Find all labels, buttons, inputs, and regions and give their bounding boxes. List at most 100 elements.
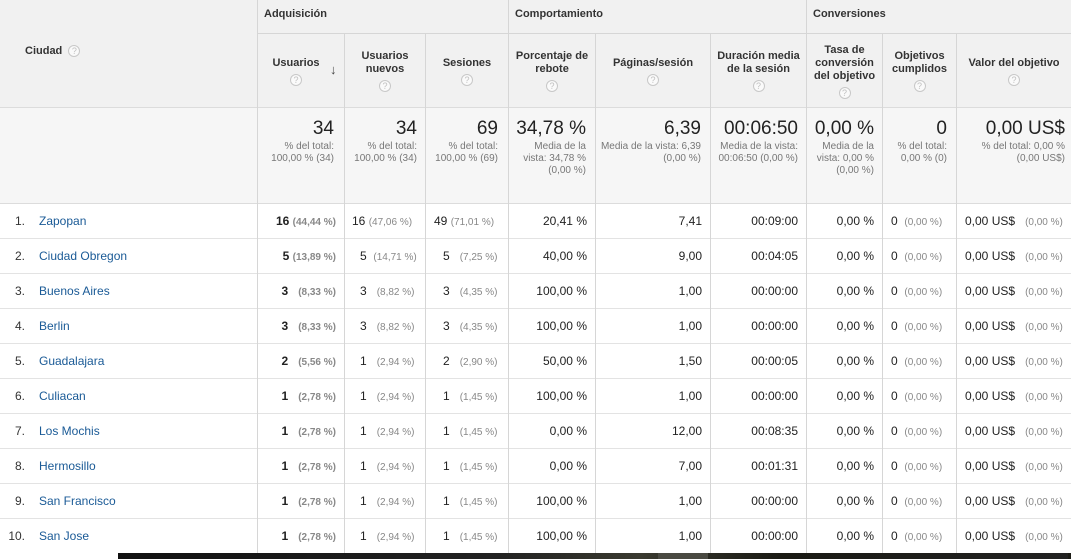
cell-users: 3 (8,33 %) [258,274,337,308]
cell-users: 1 (2,78 %) [258,484,337,518]
cell-conversion-rate: 0,00 % [836,529,874,543]
row-number: 9. [14,494,25,508]
city-link[interactable]: Buenos Aires [39,274,110,308]
cell-goal-value: 0,00 US$ (0,00 %) [965,519,1071,553]
cell-conversion-rate: 0,00 % [836,459,874,473]
sessions-value: 1 [443,424,450,438]
city-link[interactable]: Berlin [39,309,70,343]
new-users-percent: (2,94 %) [376,462,415,473]
cell-conversion-rate: 0,00 % [836,424,874,438]
goals-percent: (0,00 %) [904,217,943,228]
total-goal-completions: 0 % del total: 0,00 % (0) [887,119,947,165]
cell-bounce-rate: 100,00 % [536,529,587,543]
cell-conversion-rate: 0,00 % [836,214,874,228]
help-icon[interactable]: ? [647,73,659,86]
goal-value-percent: (0,00 %) [1025,427,1063,438]
sessions-value: 3 [443,319,450,333]
cell-bounce-rate: 100,00 % [536,319,587,333]
row-number: 10. [8,529,25,543]
new-users-value: 1 [360,459,367,473]
table-header: Ciudad ? Adquisición Comportamiento Conv… [0,0,1071,108]
cell-goal-value: 0,00 US$ (0,00 %) [965,449,1071,483]
total-value: 0,00 % [814,118,874,139]
users-value: 1 [281,459,289,473]
column-header-pages-per-session[interactable]: Páginas/sesión ? [596,34,710,108]
cell-avg-duration: 00:01:31 [751,459,798,473]
city-link[interactable]: Culiacan [39,379,86,413]
city-link[interactable]: San Jose [39,519,89,553]
city-link[interactable]: Guadalajara [39,344,104,378]
total-pages-per-session: 6,39 Media de la vista: 6,39 (0,00 %) [600,119,701,165]
cell-users: 3 (8,33 %) [258,309,337,343]
table-row: 4. Berlin 3 (8,33 %) 3 (8,82 %) 3 (4,35 … [0,309,1071,344]
column-header-sessions[interactable]: Sesiones ? [426,34,508,108]
help-icon[interactable]: ? [461,73,473,86]
goals-value: 0 [891,389,898,403]
city-link[interactable]: Ciudad Obregon [39,239,127,273]
cell-avg-duration: 00:00:05 [751,354,798,368]
users-percent: (2,78 %) [298,532,336,543]
users-value: 3 [281,319,289,333]
new-users-percent: (14,71 %) [373,252,417,263]
goals-percent: (0,00 %) [904,392,943,403]
total-value: 34 [395,118,417,139]
sessions-percent: (4,35 %) [459,322,498,333]
cell-users: 1 (2,78 %) [258,519,337,553]
help-icon[interactable]: ? [752,80,765,92]
column-header-goal-value[interactable]: Valor del objetivo ? [957,34,1071,108]
cell-pages-per-session: 1,00 [678,319,702,333]
table-row: 1. Zapopan 16 (44,44 %) 16 (47,06 %) 49 … [0,204,1071,239]
goal-value: 0,00 US$ [965,459,1016,473]
total-subtext: % del total: 100,00 % (69) [435,141,498,164]
total-bounce-rate: 34,78 % Media de la vista: 34,78 % (0,00… [512,119,586,177]
column-header-bounce-rate[interactable]: Porcentaje de rebote ? [509,34,595,108]
sessions-value: 3 [443,284,450,298]
users-percent: (2,78 %) [298,497,336,508]
column-header-ciudad[interactable]: Ciudad ? [25,45,81,58]
column-header-goal-conversion-rate[interactable]: Tasa de conversión del objetivo ? [807,34,882,108]
table-row: 8. Hermosillo 1 (2,78 %) 1 (2,94 %) 1 (1… [0,449,1071,484]
analytics-report-table: Ciudad ? Adquisición Comportamiento Conv… [0,0,1071,553]
city-link[interactable]: San Francisco [39,484,116,518]
help-icon[interactable]: ? [1008,73,1020,86]
group-header-conversions: Conversiones [813,8,886,20]
column-header-label: Ciudad [25,45,63,57]
total-subtext: % del total: 100,00 % (34) [354,141,417,164]
column-header-users[interactable]: Usuarios ? [258,34,334,108]
cell-goal-completions: 0 (0,00 %) [891,344,955,378]
goals-percent: (0,00 %) [904,427,943,438]
cell-sessions: 1 (1,45 %) [443,484,505,518]
row-number: 3. [14,284,25,298]
city-link[interactable]: Los Mochis [39,414,100,448]
cell-avg-duration: 00:04:05 [751,249,798,263]
goal-value-percent: (0,00 %) [1025,322,1063,333]
help-icon[interactable]: ? [838,86,851,99]
city-link[interactable]: Zapopan [39,204,86,238]
table-row: 2. Ciudad Obregon 5 (13,89 %) 5 (14,71 %… [0,239,1071,274]
users-value: 1 [281,389,289,403]
cell-avg-duration: 00:00:00 [751,529,798,543]
column-header-goal-completions[interactable]: Objetivos cumplidos ? [883,34,956,108]
help-icon[interactable]: ? [290,73,302,86]
column-header-avg-session-duration[interactable]: Duración media de la sesión ? [711,34,806,108]
cell-sessions: 3 (4,35 %) [443,274,505,308]
new-users-value: 1 [360,494,367,508]
goals-value: 0 [891,424,898,438]
total-value: 69 [476,118,498,139]
cell-bounce-rate: 20,41 % [542,214,587,228]
total-subtext: % del total: 0,00 % (0) [897,141,947,164]
help-icon[interactable]: ? [68,45,81,58]
help-icon[interactable]: ? [913,80,926,92]
column-header-label: Usuarios nuevos [361,50,409,75]
sort-down-arrow-icon[interactable]: ↓ [330,62,337,77]
users-value: 1 [281,424,289,438]
total-subtext: Media de la vista: 34,78 % (0,00 %) [523,141,586,176]
goals-value: 0 [891,494,898,508]
help-icon[interactable]: ? [379,80,391,92]
city-link[interactable]: Hermosillo [39,449,96,483]
new-users-percent: (2,94 %) [376,497,415,508]
goal-value: 0,00 US$ [965,529,1016,543]
new-users-percent: (8,82 %) [376,322,415,333]
column-header-new-users[interactable]: Usuarios nuevos ? [345,34,425,108]
help-icon[interactable]: ? [546,80,558,92]
